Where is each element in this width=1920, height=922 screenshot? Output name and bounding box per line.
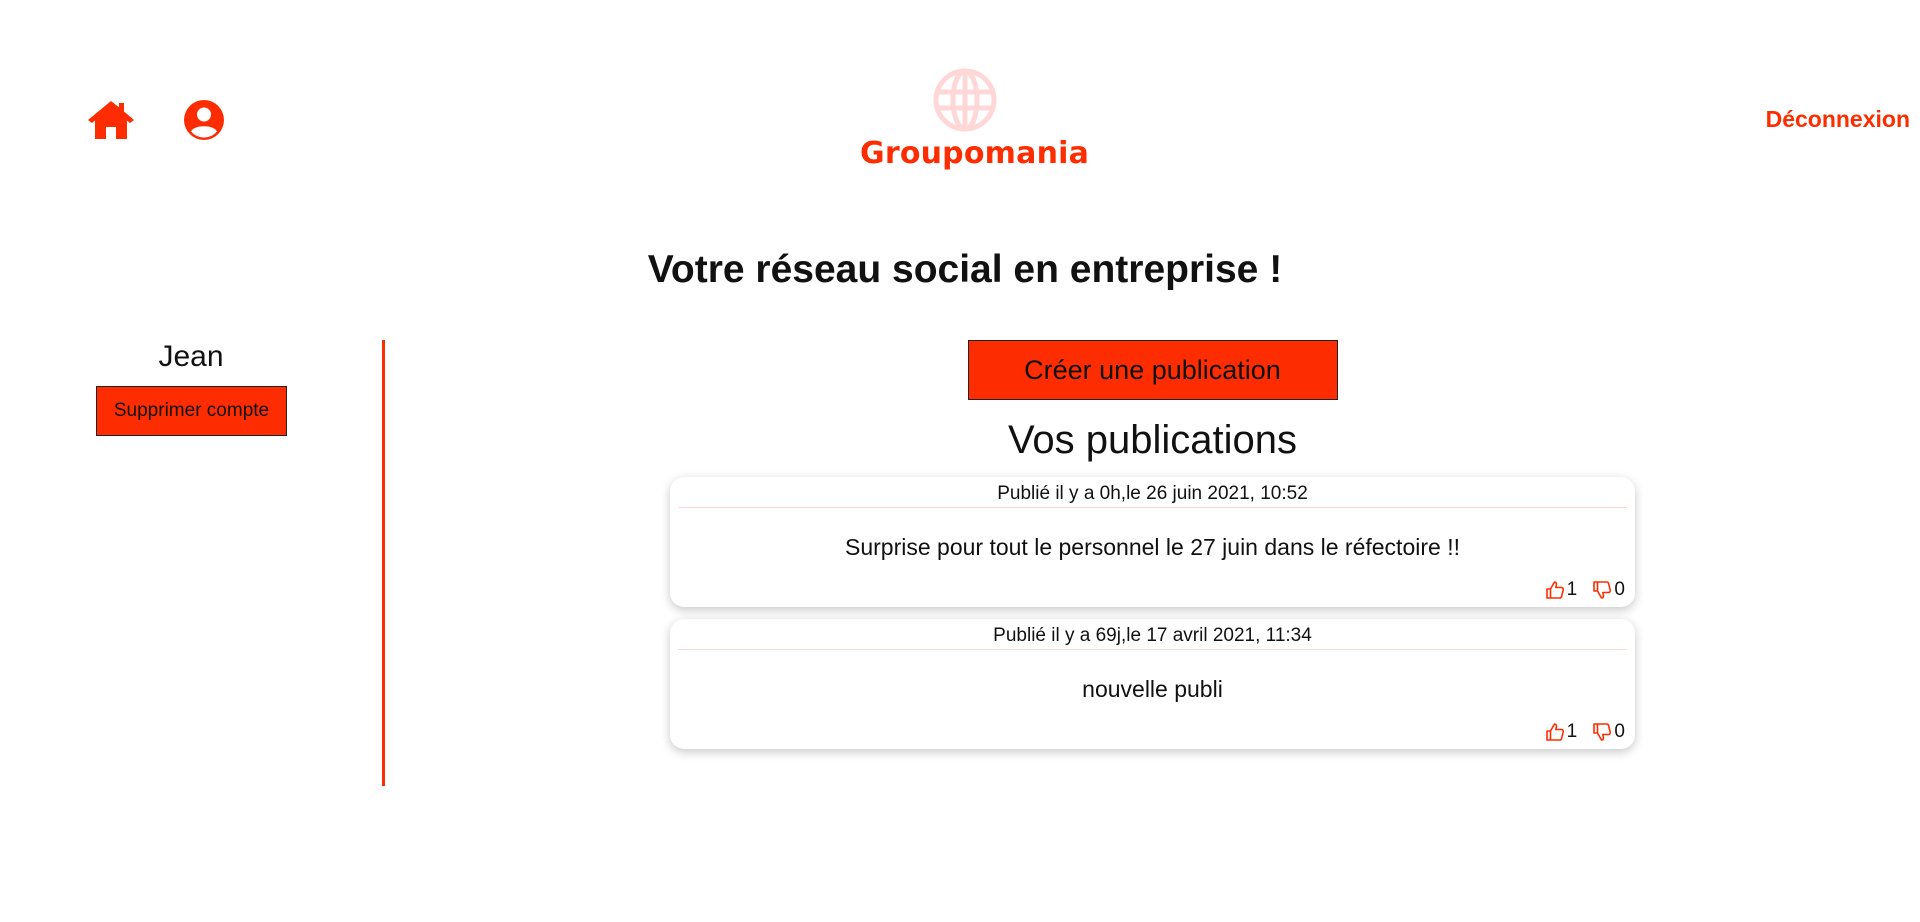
post-content[interactable]: nouvelle publi [678,676,1627,703]
dislike-button[interactable]: 0 [1592,721,1625,743]
logout-link[interactable]: Déconnexion [1766,106,1910,133]
header: Groupomania Déconnexion [0,0,1920,200]
username: Jean [158,340,224,373]
post-meta: Publié il y a 69j,le 17 avril 2021, 11:3… [678,625,1627,650]
post-content[interactable]: Surprise pour tout le personnel le 27 ju… [678,534,1627,561]
main-content: Créer une publication Vos publications P… [670,340,1635,761]
post-card: Publié il y a 69j,le 17 avril 2021, 11:3… [670,619,1635,749]
like-button[interactable]: 1 [1545,721,1578,743]
page-title: Votre réseau social en entreprise ! [647,248,1283,291]
sidebar: Jean Supprimer compte [80,340,380,436]
globe-icon [933,68,997,132]
like-count: 1 [1566,579,1578,600]
like-button[interactable]: 1 [1545,579,1578,601]
dislike-count: 0 [1614,579,1625,600]
post-reactions: 1 0 [678,579,1627,603]
divider [382,340,385,786]
like-count: 1 [1566,721,1578,742]
user-icon[interactable] [183,99,225,141]
post-card: Publié il y a 0h,le 26 juin 2021, 10:52 … [670,477,1635,607]
dislike-count: 0 [1614,721,1625,742]
thumbs-up-icon [1545,723,1564,741]
post-reactions: 1 0 [678,721,1627,745]
logo-text: Groupomania [860,136,1090,171]
home-icon[interactable] [86,99,136,141]
delete-account-button[interactable]: Supprimer compte [96,386,287,436]
thumbs-down-icon [1593,581,1612,599]
logo: Groupomania [860,68,1090,171]
dislike-button[interactable]: 0 [1592,579,1625,601]
post-meta: Publié il y a 0h,le 26 juin 2021, 10:52 [678,483,1627,508]
create-post-button[interactable]: Créer une publication [967,340,1338,400]
thumbs-up-icon [1545,581,1564,599]
thumbs-down-icon [1593,723,1612,741]
section-title: Vos publications [1007,418,1298,462]
